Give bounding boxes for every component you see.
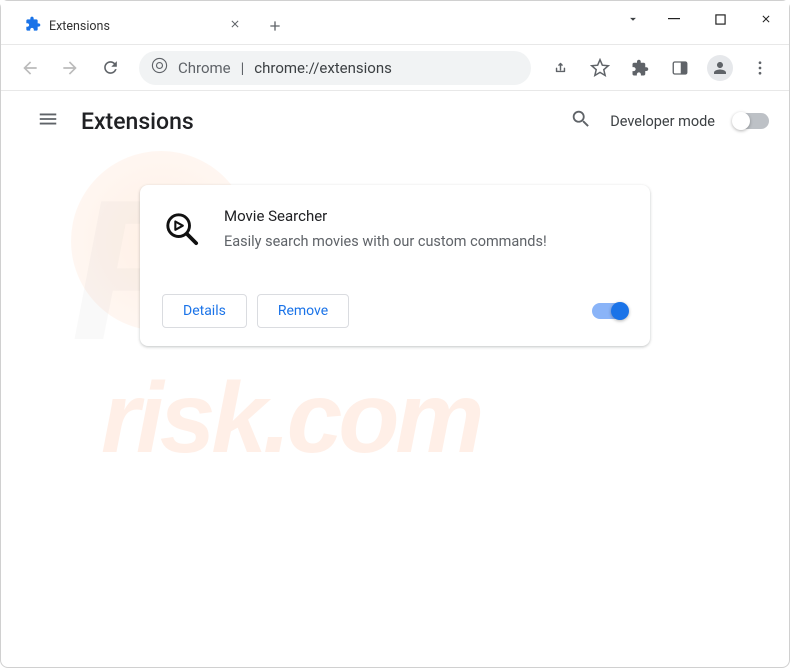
- content-area: Movie Searcher Easily search movies with…: [1, 151, 789, 346]
- url-path: chrome://extensions: [254, 59, 392, 77]
- forward-button[interactable]: [53, 51, 87, 85]
- reload-button[interactable]: [93, 51, 127, 85]
- search-icon[interactable]: [570, 108, 592, 134]
- maximize-button[interactable]: [697, 1, 743, 37]
- side-panel-icon[interactable]: [663, 51, 697, 85]
- extension-name: Movie Searcher: [224, 207, 547, 225]
- extension-app-icon: [162, 209, 202, 249]
- address-bar[interactable]: Chrome | chrome://extensions: [139, 51, 531, 85]
- url-separator: |: [241, 59, 245, 77]
- profile-button[interactable]: [703, 51, 737, 85]
- minimize-button[interactable]: [651, 1, 697, 37]
- extension-card: Movie Searcher Easily search movies with…: [140, 185, 650, 346]
- details-button[interactable]: Details: [162, 294, 247, 328]
- share-icon[interactable]: [543, 51, 577, 85]
- url-scheme: Chrome: [178, 59, 231, 77]
- toolbar: Chrome | chrome://extensions: [1, 45, 789, 91]
- developer-mode-toggle[interactable]: [733, 113, 769, 129]
- avatar-icon: [707, 55, 733, 81]
- menu-icon[interactable]: [743, 51, 777, 85]
- window-controls: [615, 1, 789, 37]
- hamburger-menu-icon[interactable]: [37, 108, 59, 134]
- close-tab-icon[interactable]: [229, 18, 241, 34]
- close-window-button[interactable]: [743, 1, 789, 37]
- developer-mode-label: Developer mode: [610, 113, 715, 130]
- page-title: Extensions: [81, 108, 194, 135]
- extensions-icon[interactable]: [623, 51, 657, 85]
- titlebar: Extensions: [1, 1, 789, 45]
- extension-puzzle-icon: [25, 16, 41, 36]
- tab-search-button[interactable]: [615, 1, 651, 37]
- url-text: Chrome | chrome://extensions: [178, 59, 392, 77]
- extension-enable-toggle[interactable]: [592, 303, 628, 319]
- bookmark-icon[interactable]: [583, 51, 617, 85]
- browser-tab[interactable]: Extensions: [13, 8, 253, 44]
- page-header: Extensions Developer mode: [1, 91, 789, 151]
- extension-description: Easily search movies with our custom com…: [224, 231, 547, 252]
- chrome-icon: [151, 57, 168, 78]
- remove-button[interactable]: Remove: [257, 294, 349, 328]
- tab-title: Extensions: [49, 19, 110, 34]
- new-tab-button[interactable]: [261, 12, 289, 40]
- back-button[interactable]: [13, 51, 47, 85]
- watermark-subtext: risk.com: [101, 361, 480, 476]
